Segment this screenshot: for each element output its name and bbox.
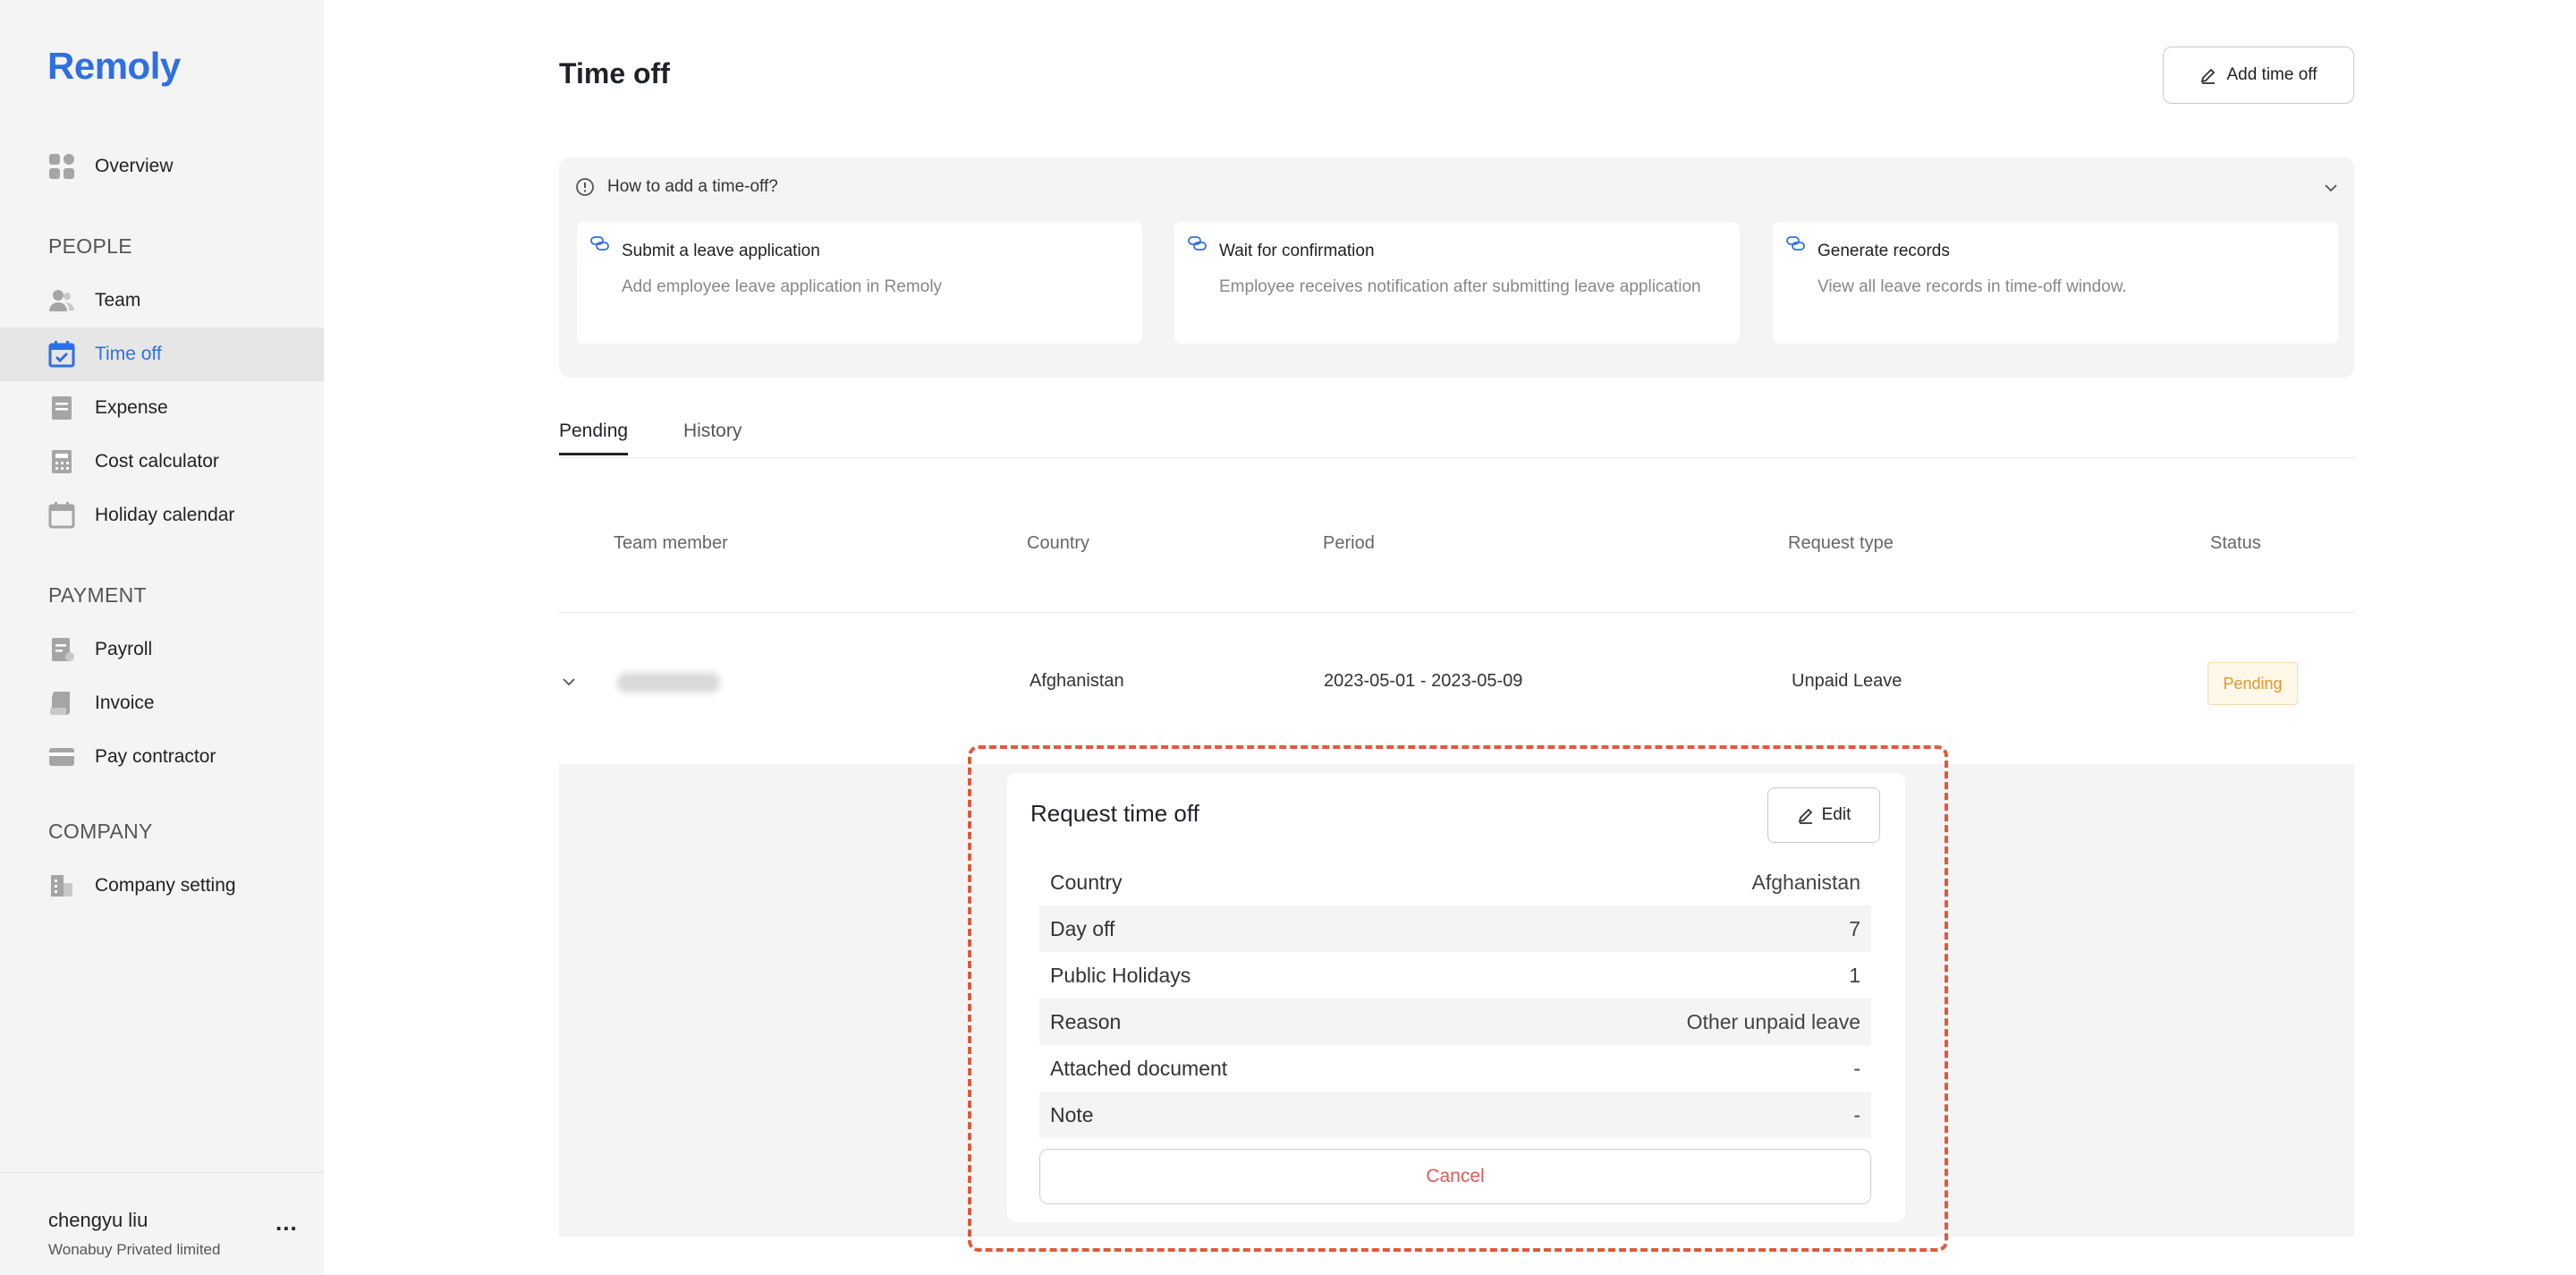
sidebar-item-label: Expense	[95, 397, 168, 418]
app-logo[interactable]: Remoly	[47, 45, 181, 88]
detail-value: -	[1853, 1056, 1860, 1080]
card-icon	[48, 744, 75, 770]
grid-icon	[48, 153, 75, 180]
add-time-off-label: Add time off	[2226, 65, 2318, 84]
how-to-panel: How to add a time-off? Submit a leave ap…	[559, 157, 2354, 378]
sidebar-item-pay-contractor[interactable]: Pay contractor	[0, 730, 324, 784]
tab-pending[interactable]: Pending	[559, 421, 629, 455]
page-title: Time off	[559, 57, 670, 89]
column-header-request-type: Request type	[1788, 533, 1894, 553]
sidebar-item-label: Cost calculator	[95, 451, 219, 472]
invoice-icon	[48, 690, 75, 717]
edit-button[interactable]: Edit	[1767, 787, 1880, 843]
detail-label: Reason	[1050, 1009, 1122, 1033]
tab-history[interactable]: History	[683, 421, 741, 453]
detail-value: -	[1853, 1102, 1860, 1126]
sidebar-item-cost-calculator[interactable]: Cost calculator	[0, 435, 324, 489]
user-profile[interactable]: chengyu liu Wonabuy Privated limited ...	[0, 1172, 324, 1275]
detail-label: Public Holidays	[1050, 963, 1191, 987]
detail-row-note: Note -	[1039, 1092, 1871, 1138]
sidebar-item-label: Overview	[95, 156, 174, 176]
row-period: 2023-05-01 - 2023-05-09	[1324, 671, 1523, 691]
section-label-payment: PAYMENT	[48, 583, 147, 607]
step-title: Submit a leave application	[622, 242, 820, 260]
request-detail-card: Request time off Edit Country Afghanista…	[1007, 773, 1905, 1222]
step-card-submit: Submit a leave application Add employee …	[577, 222, 1142, 344]
detail-label: Day off	[1050, 916, 1115, 940]
sidebar-item-company-setting[interactable]: Company setting	[0, 859, 324, 913]
detail-row-day-off: Day off 7	[1039, 905, 1871, 952]
link-icon	[590, 236, 609, 251]
sidebar-item-overview[interactable]: Overview	[0, 140, 324, 193]
more-options-button[interactable]: ...	[275, 1209, 298, 1237]
step-description: View all leave records in time-off windo…	[1818, 277, 2127, 296]
step-title: Generate records	[1818, 242, 1950, 260]
pen-icon	[1798, 808, 1812, 824]
how-to-question: How to add a time-off?	[607, 177, 778, 196]
sidebar-item-label: Pay contractor	[95, 746, 216, 767]
chevron-down-icon[interactable]	[560, 673, 578, 691]
add-time-off-button[interactable]: Add time off	[2163, 47, 2354, 104]
cancel-button[interactable]: Cancel	[1039, 1149, 1871, 1204]
sidebar-item-label: Time off	[95, 344, 162, 364]
detail-row-country: Country Afghanistan	[1039, 859, 1871, 905]
detail-row-reason: Reason Other unpaid leave	[1039, 999, 1871, 1045]
sidebar-item-label: Team	[95, 290, 141, 310]
sidebar-item-label: Company setting	[95, 875, 236, 896]
user-organization: Wonabuy Privated limited	[48, 1241, 221, 1258]
row-request-type: Unpaid Leave	[1792, 671, 1902, 691]
step-card-wait: Wait for confirmation Employee receives …	[1174, 222, 1740, 344]
detail-label: Attached document	[1050, 1056, 1228, 1080]
section-label-company: COMPANY	[48, 820, 153, 843]
sidebar-item-invoice[interactable]: Invoice	[0, 676, 324, 730]
row-country: Afghanistan	[1030, 671, 1124, 691]
document-icon	[48, 636, 75, 663]
building-icon	[48, 872, 75, 899]
edit-label: Edit	[1821, 805, 1852, 824]
sidebar-item-label: Payroll	[95, 639, 153, 659]
link-icon	[1188, 236, 1207, 251]
calendar-check-icon	[48, 341, 75, 368]
detail-value: 1	[1849, 963, 1860, 987]
sidebar-item-label: Invoice	[95, 693, 155, 713]
sidebar-item-team[interactable]: Team	[0, 274, 324, 327]
detail-row-attached-document: Attached document -	[1039, 1045, 1871, 1092]
column-header-period: Period	[1323, 533, 1375, 553]
link-icon	[1786, 236, 1805, 251]
status-badge: Pending	[2207, 662, 2298, 705]
detail-value: Other unpaid leave	[1686, 1009, 1860, 1033]
step-card-generate: Generate records View all leave records …	[1773, 222, 2338, 344]
step-title: Wait for confirmation	[1219, 242, 1375, 260]
column-header-status: Status	[2210, 533, 2261, 553]
chevron-down-icon[interactable]	[2322, 179, 2340, 197]
step-description: Add employee leave application in Remoly	[622, 277, 943, 296]
detail-label: Country	[1050, 870, 1123, 894]
column-header-team-member: Team member	[614, 533, 728, 553]
sidebar-item-holiday-calendar[interactable]: Holiday calendar	[0, 489, 324, 542]
header-divider	[559, 612, 2354, 613]
how-to-header[interactable]: How to add a time-off?	[575, 177, 778, 197]
sidebar-item-payroll[interactable]: Payroll	[0, 623, 324, 676]
sidebar-item-expense[interactable]: Expense	[0, 381, 324, 435]
sidebar: Remoly Overview PEOPLE Team Time off Exp…	[0, 0, 324, 1275]
card-title: Request time off	[1030, 800, 1199, 827]
detail-value: Afghanistan	[1751, 870, 1860, 894]
calendar-icon	[48, 502, 75, 529]
detail-label: Note	[1050, 1102, 1094, 1126]
user-name: chengyu liu	[48, 1209, 148, 1231]
info-icon	[576, 178, 594, 196]
sidebar-item-time-off[interactable]: Time off	[0, 327, 324, 381]
users-icon	[48, 287, 75, 314]
detail-row-public-holidays: Public Holidays 1	[1039, 952, 1871, 999]
detail-value: 7	[1849, 916, 1860, 940]
step-description: Employee receives notification after sub…	[1219, 277, 1701, 296]
receipt-icon	[48, 395, 75, 421]
tab-bar: Pending History	[559, 419, 2354, 458]
column-header-country: Country	[1027, 533, 1090, 553]
calculator-icon	[48, 448, 75, 475]
team-member-name-blurred	[617, 673, 720, 693]
pen-icon	[2201, 68, 2216, 84]
section-label-people: PEOPLE	[48, 234, 132, 258]
sidebar-item-label: Holiday calendar	[95, 505, 235, 525]
